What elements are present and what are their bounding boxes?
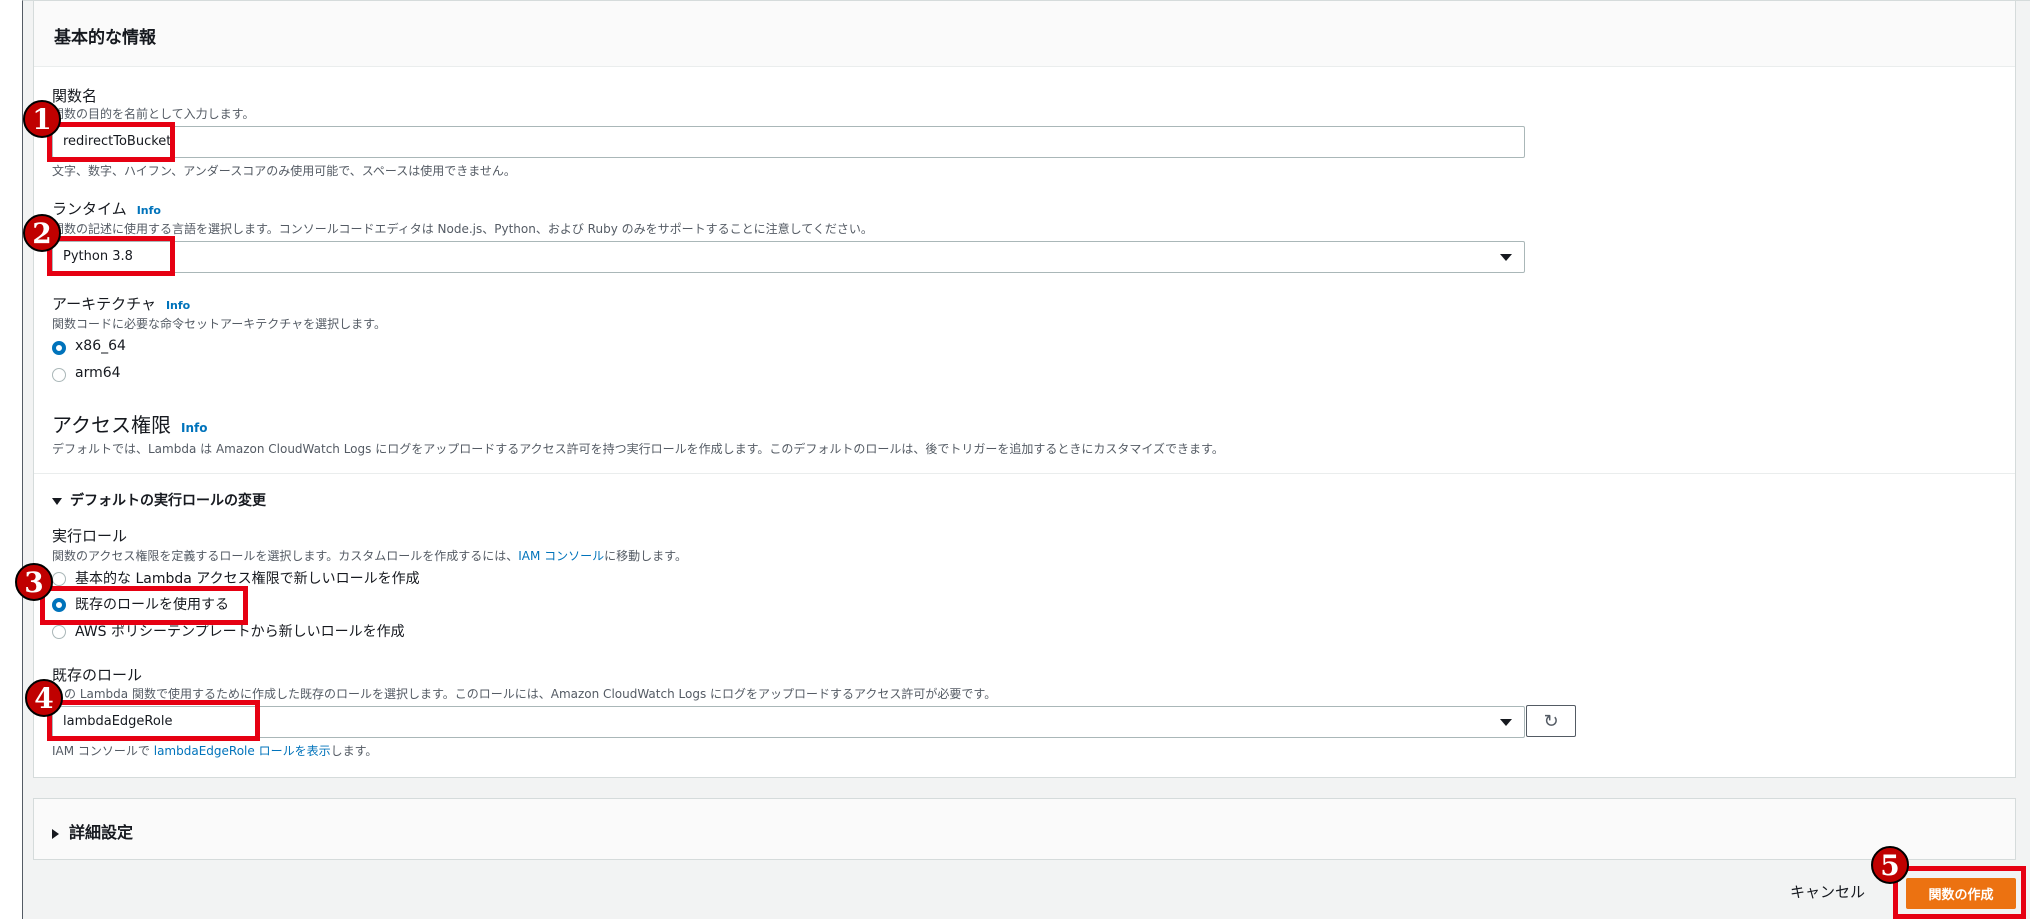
advanced-settings-label: 詳細設定 [69, 823, 134, 842]
execution-role-label: 実行ロール [52, 527, 128, 545]
view-role-link[interactable]: lambdaEdgeRole ロールを表示 [154, 744, 331, 758]
annotation-badge-3: 3 [15, 563, 53, 601]
radio-create-basic-role[interactable] [52, 572, 66, 586]
caret-right-icon [52, 828, 59, 839]
radio-arm64-label[interactable]: arm64 [75, 365, 121, 381]
function-name-description: 関数の目的を名前として入力します。 [52, 107, 255, 121]
existing-role-footer-suffix: します。 [330, 744, 378, 758]
annotation-badge-2: 2 [23, 214, 61, 252]
existing-role-footer-text: IAM コンソールで [52, 744, 154, 758]
highlight-box-existing-role [40, 586, 248, 625]
cancel-button[interactable]: キャンセル [1790, 881, 1865, 902]
runtime-select[interactable]: Python 3.8 [52, 241, 1525, 273]
caret-down-icon [1500, 254, 1512, 261]
function-name-input[interactable]: redirectToBucket [52, 126, 1525, 158]
panel-title: 基本的な情報 [54, 28, 156, 48]
advanced-settings-toggle[interactable]: 詳細設定 [52, 819, 133, 843]
architecture-label: アーキテクチャ Info [52, 293, 190, 314]
radio-x86-64-label[interactable]: x86_64 [75, 338, 126, 354]
divider [34, 473, 2015, 474]
function-name-label: 関数名 [52, 87, 98, 105]
existing-role-select[interactable]: lambdaEdgeRole [52, 706, 1525, 738]
iam-console-link[interactable]: IAM コンソール [518, 549, 604, 563]
radio-arm64[interactable] [52, 368, 66, 382]
default-role-toggle-label: デフォルトの実行ロールの変更 [70, 493, 266, 509]
runtime-info-link[interactable]: Info [137, 204, 161, 217]
highlight-box-role-select [47, 700, 260, 741]
permissions-description: デフォルトでは、Lambda は Amazon CloudWatch Logs … [52, 442, 1224, 456]
caret-down-icon [1500, 719, 1512, 726]
architecture-label-text: アーキテクチャ [52, 295, 156, 313]
runtime-label: ランタイム Info [52, 198, 161, 219]
execution-role-description-text: 関数のアクセス権限を定義するロールを選択します。カスタムロールを作成するには、 [52, 549, 519, 563]
default-role-toggle[interactable]: デフォルトの実行ロールの変更 [52, 490, 266, 510]
execution-role-description-suffix: に移動します。 [604, 549, 687, 563]
annotation-badge-5: 5 [1871, 846, 1909, 884]
runtime-description: 関数の記述に使用する言語を選択します。コンソールコードエディタは Node.js… [52, 222, 873, 236]
radio-policy-template-role[interactable] [52, 625, 66, 639]
highlight-box-runtime [47, 236, 175, 276]
annotation-badge-4: 4 [25, 679, 63, 717]
existing-role-label: 既存のロール [52, 666, 143, 684]
existing-role-footer: IAM コンソールで lambdaEdgeRole ロールを表示します。 [52, 742, 377, 759]
radio-create-basic-role-label[interactable]: 基本的な Lambda アクセス権限で新しいロールを作成 [75, 568, 420, 588]
function-name-hint: 文字、数字、ハイフン、アンダースコアのみ使用可能で、スペースは使用できません。 [52, 164, 516, 178]
highlight-box-function-name [47, 122, 175, 162]
refresh-button[interactable]: ↻ [1526, 705, 1576, 737]
permissions-info-link[interactable]: Info [181, 421, 207, 435]
permissions-heading: アクセス権限 Info [52, 409, 207, 438]
panel-header: 基本的な情報 [34, 1, 2015, 67]
execution-role-description: 関数のアクセス権限を定義するロールを選択します。カスタムロールを作成するには、I… [52, 547, 687, 564]
architecture-description: 関数コードに必要な命令セットアーキテクチャを選択します。 [52, 317, 386, 331]
permissions-title: アクセス権限 [52, 413, 171, 437]
caret-down-icon [52, 497, 62, 505]
architecture-info-link[interactable]: Info [166, 299, 190, 312]
highlight-box-create [1893, 866, 2026, 919]
radio-x86-64[interactable] [52, 341, 66, 355]
runtime-label-text: ランタイム [52, 200, 127, 218]
refresh-icon: ↻ [1543, 710, 1559, 732]
annotation-badge-1: 1 [23, 100, 61, 138]
basic-info-panel: 基本的な情報 関数名 関数の目的を名前として入力します。 redirectToB… [33, 0, 2016, 778]
advanced-settings-panel[interactable]: 詳細設定 [33, 798, 2016, 860]
